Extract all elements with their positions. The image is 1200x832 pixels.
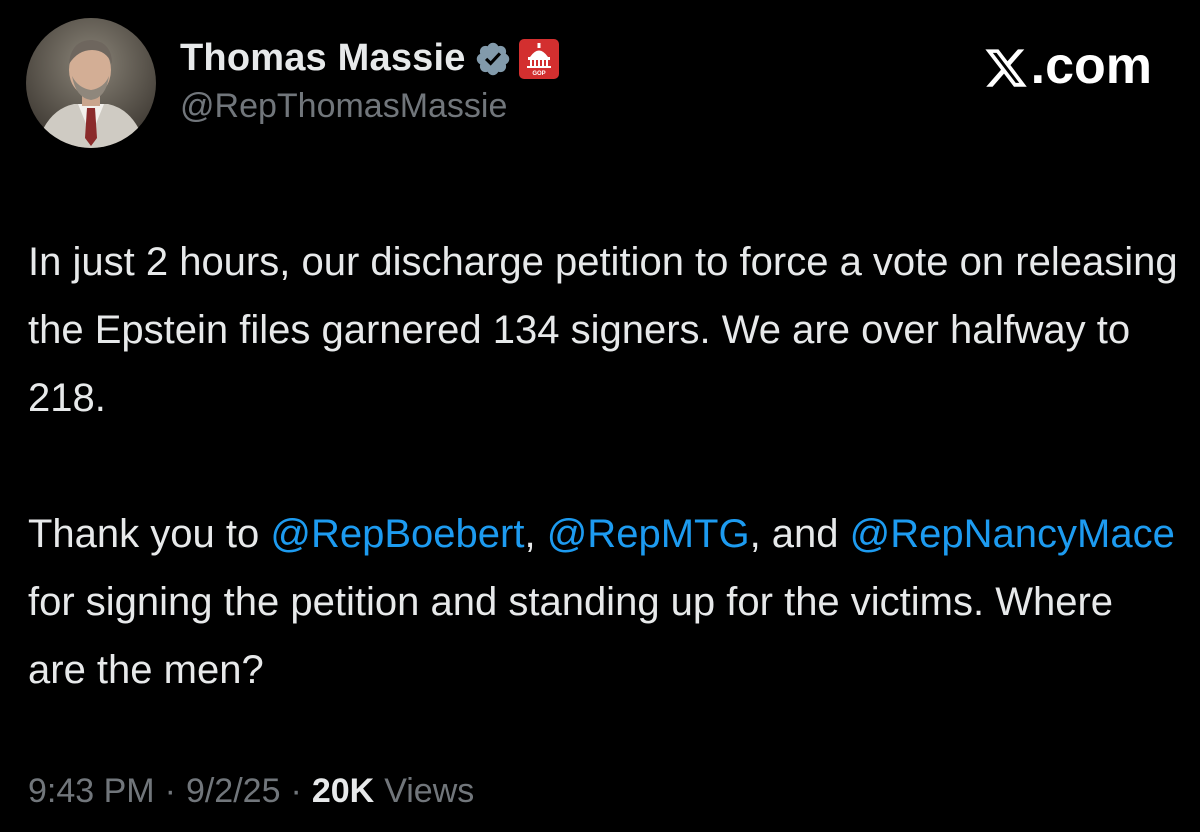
text-segment: Thank you to [28,512,271,556]
author-handle[interactable]: @RepThomasMassie [180,87,560,126]
views-label: Views [384,772,475,810]
x-logo-icon [985,49,1027,87]
separator-dot: · [290,772,302,810]
x-brand: .com [983,36,1152,96]
author-identity: Thomas Massie GOP @RepThomasMassie [180,35,560,126]
tweet-time[interactable]: 9:43 PM [28,772,155,811]
house-gop-capitol-icon[interactable]: GOP [518,38,560,80]
name-row: Thomas Massie GOP [180,35,560,83]
tweet-metadata: 9:43 PM · 9/2/25 · 20K Views [28,772,474,811]
affiliate-badge-text: GOP [532,71,545,77]
text-segment: for signing the petition and standing up… [28,580,1114,692]
display-name[interactable]: Thomas Massie [180,37,466,80]
text-segment: , and [749,512,850,556]
tweet-paragraph-2: Thank you to @RepBoebert, @RepMTG, and @… [28,500,1178,704]
views-count[interactable]: 20K [312,772,374,811]
tweet-text: In just 2 hours, our discharge petition … [28,228,1178,704]
text-segment: , [524,512,547,556]
separator-dot: · [164,772,176,810]
mention-link-repnancymace[interactable]: @RepNancyMace [850,512,1175,556]
mention-link-repboebert[interactable]: @RepBoebert [270,512,524,556]
avatar[interactable] [26,18,156,148]
tweet-paragraph-1: In just 2 hours, our discharge petition … [28,240,1178,420]
mention-link-repmtg[interactable]: @RepMTG [547,512,750,556]
tweet-header: Thomas Massie GOP @RepThomasMassie [26,18,560,148]
tweet-date[interactable]: 9/2/25 [186,772,281,811]
verified-badge-icon [474,40,512,78]
tweet-card: Thomas Massie GOP @RepThomasMassie .com … [0,0,1200,832]
brand-text: .com [1030,37,1152,95]
